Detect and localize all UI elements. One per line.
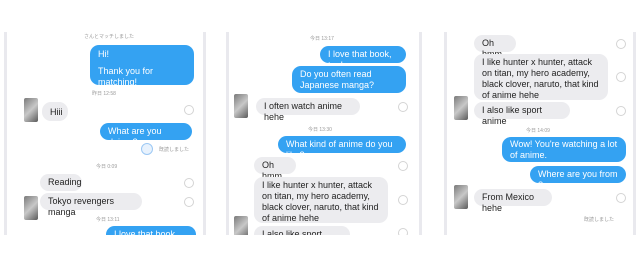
incoming-message[interactable]: I like hunter x hunter, attack on titan,… <box>254 177 388 223</box>
outgoing-message[interactable]: Where are you from ? <box>530 166 626 190</box>
message-line: Hi! <box>98 49 109 59</box>
bottom-blank-area <box>0 235 640 264</box>
heart-icon[interactable] <box>398 102 408 112</box>
incoming-message[interactable]: I also like sport anime <box>254 226 350 235</box>
match-header: さんとマッチしました <box>84 34 135 40</box>
avatar[interactable] <box>454 96 468 120</box>
chat-panel-2: 今日 13:17 I love that book, too! Do you o… <box>226 32 422 235</box>
read-receipt-icon <box>141 143 153 155</box>
heart-icon[interactable] <box>184 178 194 188</box>
outgoing-message[interactable]: I love that book, too! <box>106 226 196 235</box>
read-receipt-label: 既読しました <box>159 147 190 153</box>
avatar[interactable] <box>454 185 468 209</box>
incoming-message[interactable]: I also like sport anime <box>474 102 570 126</box>
heart-icon[interactable] <box>616 39 626 49</box>
outgoing-message[interactable]: What kind of anime do you like? <box>278 136 406 160</box>
phone-edge-right <box>419 32 422 235</box>
heart-icon[interactable] <box>616 72 626 82</box>
outgoing-message[interactable]: Hi! Thank you for matching! <box>90 45 194 87</box>
chat-panel-3: Oh hmm I like hunter x hunter, attack on… <box>444 32 636 235</box>
phone-edge-left <box>226 32 229 235</box>
incoming-message[interactable]: Oh hmm <box>254 157 296 181</box>
timestamp: 今日 0:09 <box>96 164 118 170</box>
timestamp: 今日 14:09 <box>526 128 550 134</box>
read-receipt-label: 既読しました <box>584 217 615 223</box>
timestamp: 今日 13:17 <box>310 36 334 42</box>
outgoing-message[interactable]: Do you often read Japanese manga? <box>292 66 406 93</box>
incoming-message[interactable]: I often watch anime hehe <box>256 98 360 122</box>
incoming-message[interactable]: Reading <box>40 174 82 191</box>
incoming-message[interactable]: Oh hmm <box>474 35 516 59</box>
heart-icon[interactable] <box>616 193 626 203</box>
incoming-message[interactable]: From Mexico hehe <box>474 189 552 213</box>
outgoing-message[interactable]: I love that book, too! <box>320 46 406 70</box>
avatar[interactable] <box>234 94 248 118</box>
heart-icon[interactable] <box>398 195 408 205</box>
chat-panel-1: さんとマッチしました Hi! Thank you for matching! 昨… <box>4 32 206 235</box>
heart-icon[interactable] <box>184 197 194 207</box>
heart-icon[interactable] <box>398 161 408 171</box>
incoming-message[interactable]: Tokyo revengers manga <box>40 193 142 217</box>
outgoing-message[interactable]: What are you doing ? <box>100 123 192 147</box>
heart-icon[interactable] <box>398 228 408 235</box>
phone-edge-left <box>4 32 7 235</box>
outgoing-message[interactable]: Wow! You're watching a lot of anime. <box>502 137 626 162</box>
phone-edge-right <box>633 32 636 235</box>
timestamp: 昨日 12:58 <box>92 91 116 97</box>
avatar[interactable] <box>234 216 248 235</box>
avatar[interactable] <box>24 196 38 220</box>
timestamp: 今日 13:11 <box>96 217 120 223</box>
screenshot-collage: さんとマッチしました Hi! Thank you for matching! 昨… <box>0 0 640 264</box>
message-line: Thank you for matching! <box>98 66 154 87</box>
phone-edge-left <box>444 32 447 235</box>
timestamp: 今日 13:30 <box>308 127 332 133</box>
heart-icon[interactable] <box>184 105 194 115</box>
heart-icon[interactable] <box>616 106 626 116</box>
phone-edge-right <box>203 32 206 235</box>
incoming-message[interactable]: I like hunter x hunter, attack on titan,… <box>474 54 608 100</box>
avatar[interactable] <box>24 98 38 122</box>
incoming-message[interactable]: Hiii <box>42 102 68 121</box>
